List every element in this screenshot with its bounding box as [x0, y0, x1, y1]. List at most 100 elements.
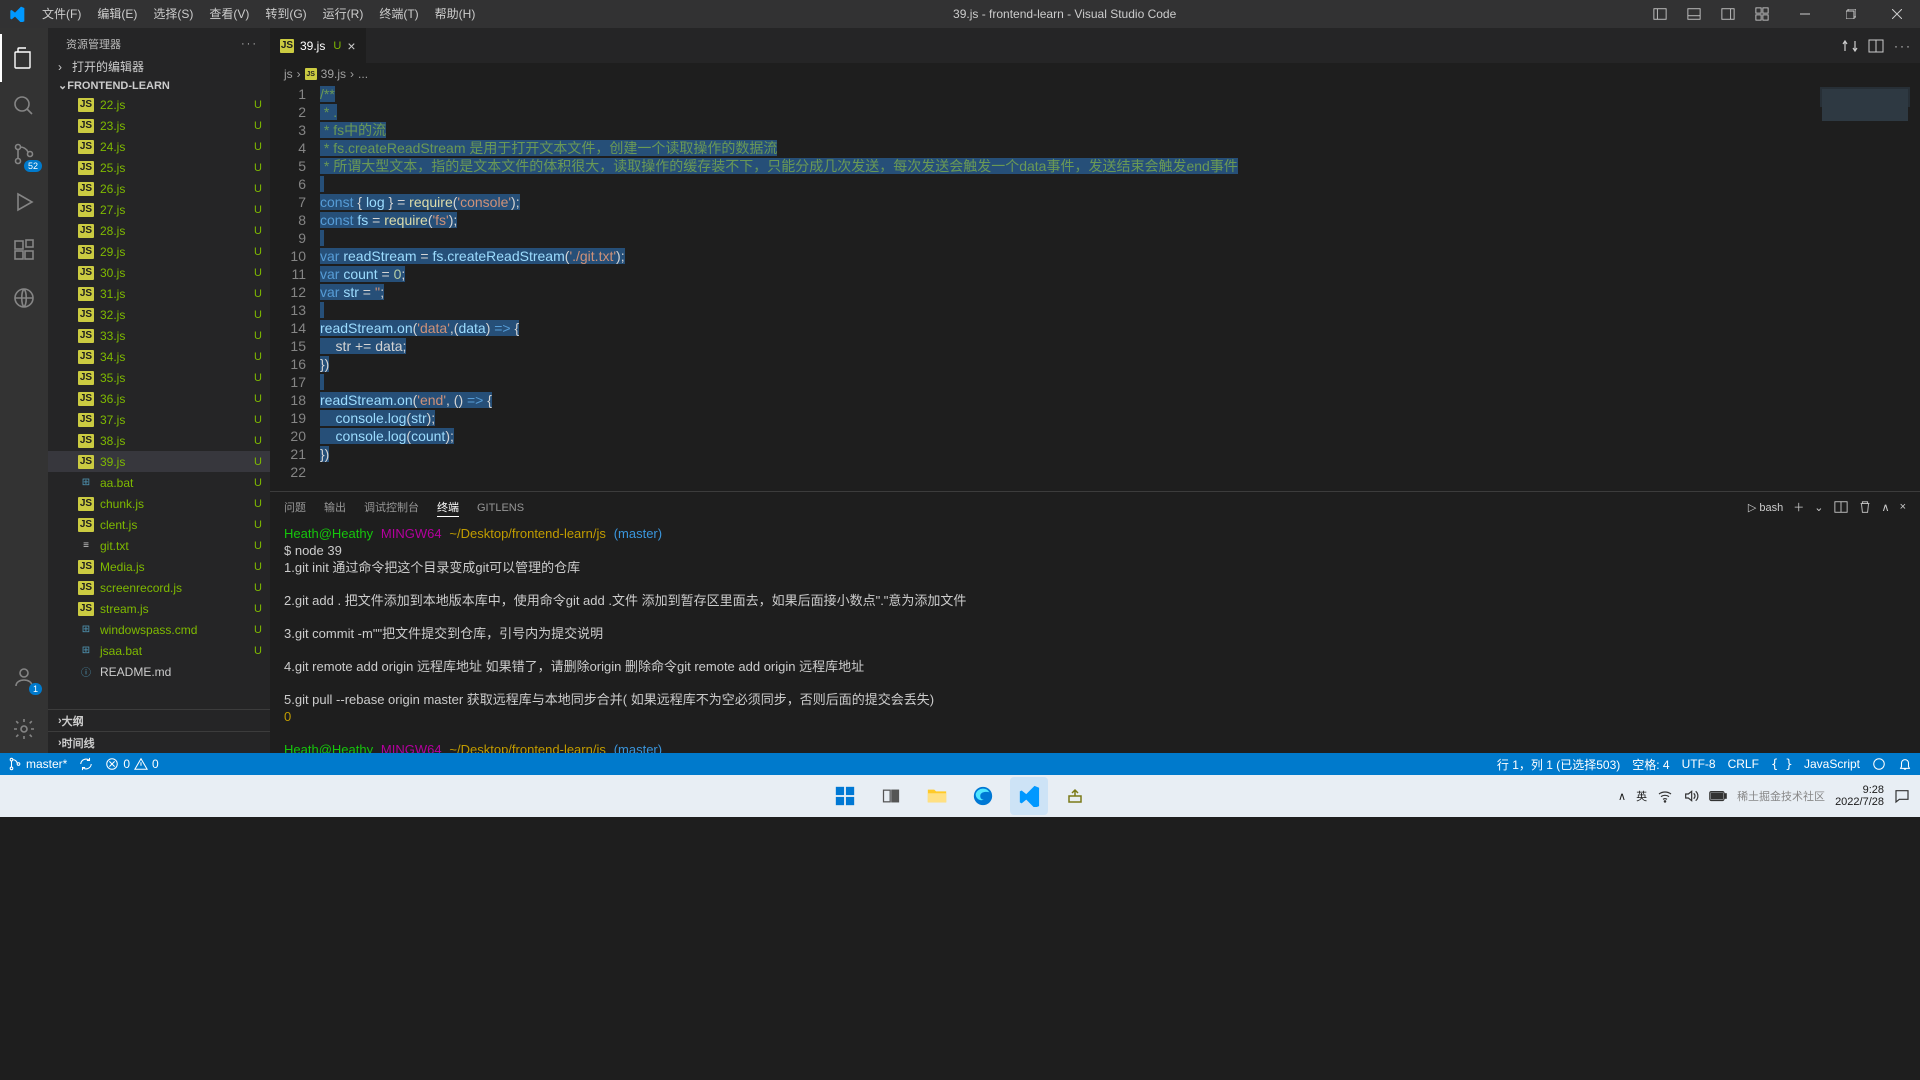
activity-remote-icon[interactable] — [0, 274, 48, 322]
file-tree-item[interactable]: ⊞jsaa.batU — [48, 640, 270, 661]
split-terminal-icon[interactable] — [1834, 500, 1848, 514]
open-editors-section[interactable]: ›打开的编辑器 — [48, 56, 270, 77]
file-tree-item[interactable]: JS26.jsU — [48, 178, 270, 199]
notification-center-icon[interactable] — [1894, 788, 1910, 804]
file-tree-item[interactable]: JS30.jsU — [48, 262, 270, 283]
panel-tab[interactable]: 输出 — [324, 500, 346, 516]
menu-item[interactable]: 运行(R) — [315, 0, 372, 28]
file-tree-item[interactable]: JS35.jsU — [48, 367, 270, 388]
status-eol[interactable]: CRLF — [1728, 757, 1759, 771]
customize-layout-icon[interactable] — [1748, 0, 1776, 28]
status-feedback-icon[interactable] — [1872, 757, 1886, 771]
panel-maximize-icon[interactable]: ∧ — [1882, 501, 1890, 514]
wifi-icon[interactable] — [1657, 788, 1673, 804]
file-tree-item[interactable]: JS37.jsU — [48, 409, 270, 430]
activity-run-debug-icon[interactable] — [0, 178, 48, 226]
file-tree-item[interactable]: JSstream.jsU — [48, 598, 270, 619]
status-problems[interactable]: 0 0 — [105, 757, 158, 771]
activity-explorer-icon[interactable] — [0, 34, 48, 82]
file-explorer-icon[interactable] — [918, 777, 956, 815]
status-notifications-icon[interactable] — [1898, 757, 1912, 771]
start-menu-icon[interactable] — [826, 777, 864, 815]
menu-item[interactable]: 转到(G) — [257, 0, 314, 28]
file-tree-item[interactable]: JSchunk.jsU — [48, 493, 270, 514]
minimap[interactable] — [1820, 87, 1910, 137]
activity-source-control-icon[interactable]: 52 — [0, 130, 48, 178]
menu-item[interactable]: 查看(V) — [201, 0, 257, 28]
new-terminal-icon[interactable]: ＋ — [1793, 499, 1804, 515]
compare-changes-icon[interactable] — [1842, 38, 1858, 54]
system-clock[interactable]: 9:28 2022/7/28 — [1835, 784, 1884, 808]
panel-tab[interactable]: 终端 — [437, 500, 459, 517]
activity-settings-icon[interactable] — [0, 705, 48, 753]
menu-item[interactable]: 帮助(H) — [427, 0, 484, 28]
panel-close-icon[interactable]: × — [1900, 501, 1906, 513]
file-tree-item[interactable]: JS23.jsU — [48, 115, 270, 136]
panel-tab[interactable]: 调试控制台 — [364, 500, 419, 516]
tab-close-icon[interactable]: × — [347, 38, 355, 54]
status-branch[interactable]: master* — [8, 757, 67, 771]
activity-search-icon[interactable] — [0, 82, 48, 130]
volume-icon[interactable] — [1683, 788, 1699, 804]
status-cursor-position[interactable]: 行 1，列 1 (已选择503) — [1497, 756, 1620, 773]
close-window-button[interactable] — [1874, 0, 1920, 28]
timeline-section[interactable]: ›时间线 — [48, 731, 270, 753]
activity-accounts-icon[interactable]: 1 — [0, 653, 48, 701]
menu-item[interactable]: 选择(S) — [145, 0, 201, 28]
toggle-primary-sidebar-icon[interactable] — [1646, 0, 1674, 28]
tab-39js[interactable]: JS 39.js U × — [270, 28, 367, 63]
panel-tab[interactable]: GITLENS — [477, 500, 524, 516]
more-editor-actions-icon[interactable]: ··· — [1894, 39, 1912, 53]
file-tree-item[interactable]: ⊞windowspass.cmdU — [48, 619, 270, 640]
file-tree-item[interactable]: JSclent.jsU — [48, 514, 270, 535]
split-editor-icon[interactable] — [1868, 38, 1884, 54]
taskbar-app-icon[interactable] — [1056, 777, 1094, 815]
file-tree-item[interactable]: JS33.jsU — [48, 325, 270, 346]
file-tree-item[interactable]: JS34.jsU — [48, 346, 270, 367]
menu-item[interactable]: 编辑(E) — [89, 0, 145, 28]
terminal-body[interactable]: Heath@Heathy MINGW64 ~/Desktop/frontend-… — [270, 522, 1920, 753]
more-actions-icon[interactable]: ··· — [241, 38, 258, 50]
minimize-button[interactable] — [1782, 0, 1828, 28]
workspace-folder[interactable]: ⌄FRONTEND-LEARN — [48, 77, 270, 94]
file-tree-item[interactable]: JSMedia.jsU — [48, 556, 270, 577]
tray-chevron-icon[interactable]: ∧ — [1618, 790, 1626, 803]
file-tree-item[interactable]: JS28.jsU — [48, 220, 270, 241]
file-tree-item[interactable]: JS29.jsU — [48, 241, 270, 262]
menu-item[interactable]: 终端(T) — [371, 0, 426, 28]
file-tree-item[interactable]: ⓘREADME.md — [48, 661, 270, 682]
terminal-dropdown-icon[interactable]: ⌄ — [1814, 501, 1823, 514]
file-tree-item[interactable]: JS31.jsU — [48, 283, 270, 304]
breadcrumb[interactable]: js› JS 39.js› ... — [270, 63, 1920, 85]
outline-section[interactable]: ›大纲 — [48, 709, 270, 731]
ime-indicator[interactable]: 英 — [1636, 788, 1647, 804]
status-encoding[interactable]: UTF-8 — [1682, 757, 1716, 771]
status-language[interactable]: { } JavaScript — [1771, 757, 1860, 771]
file-tree-item[interactable]: JS27.jsU — [48, 199, 270, 220]
file-tree-item[interactable]: JS32.jsU — [48, 304, 270, 325]
file-tree-item[interactable]: JSscreenrecord.jsU — [48, 577, 270, 598]
file-tree-item[interactable]: JS24.jsU — [48, 136, 270, 157]
status-indentation[interactable]: 空格: 4 — [1632, 756, 1669, 773]
file-tree-item[interactable]: ≡git.txtU — [48, 535, 270, 556]
file-tree-item[interactable]: JS38.jsU — [48, 430, 270, 451]
file-tree-item[interactable]: JS22.jsU — [48, 94, 270, 115]
panel-tab[interactable]: 问题 — [284, 500, 306, 516]
maximize-button[interactable] — [1828, 0, 1874, 28]
code-editor[interactable]: 12345678910111213141516171819202122 /** … — [270, 85, 1920, 491]
file-tree-item[interactable]: JS36.jsU — [48, 388, 270, 409]
vscode-taskbar-icon[interactable] — [1010, 777, 1048, 815]
file-tree-item[interactable]: JS25.jsU — [48, 157, 270, 178]
file-tree-item[interactable]: JS39.jsU — [48, 451, 270, 472]
kill-terminal-icon[interactable] — [1858, 500, 1872, 514]
terminal-profile-label[interactable]: ▷ bash — [1748, 501, 1783, 514]
toggle-secondary-sidebar-icon[interactable] — [1714, 0, 1742, 28]
toggle-panel-icon[interactable] — [1680, 0, 1708, 28]
menu-item[interactable]: 文件(F) — [34, 0, 89, 28]
activity-extensions-icon[interactable] — [0, 226, 48, 274]
file-tree-item[interactable]: ⊞aa.batU — [48, 472, 270, 493]
battery-icon[interactable] — [1709, 790, 1727, 802]
taskview-icon[interactable] — [872, 777, 910, 815]
edge-browser-icon[interactable] — [964, 777, 1002, 815]
status-sync[interactable] — [79, 757, 93, 771]
